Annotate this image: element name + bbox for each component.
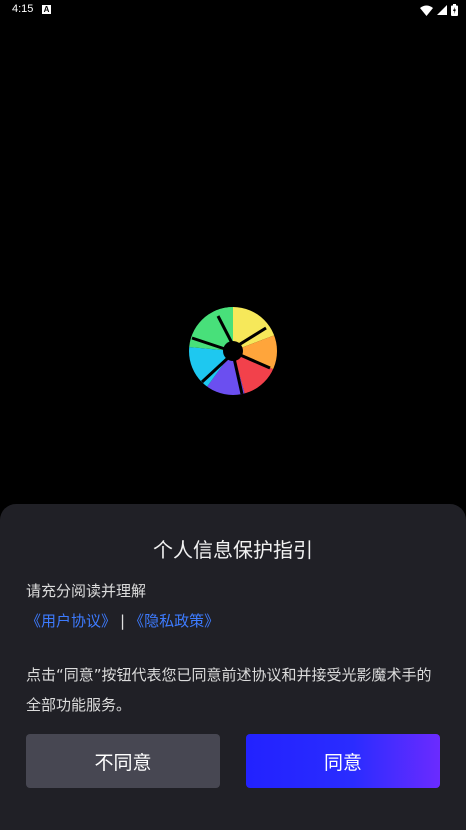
agreement-links: 《用户协议》 | 《隐私政策》 (26, 610, 219, 631)
status-time: 4:15 (12, 3, 34, 15)
signal-icon (437, 5, 447, 15)
disagree-button[interactable]: 不同意 (26, 734, 220, 788)
status-bar: 4:15 A (0, 0, 466, 22)
aperture-logo-icon (189, 307, 277, 395)
privacy-dialog: 个人信息保护指引 请充分阅读并理解 《用户协议》 | 《隐私政策》 点击“同意”按钮… (0, 504, 466, 830)
dialog-title: 个人信息保护指引 (153, 538, 313, 562)
agree-button[interactable]: 同意 (246, 734, 440, 788)
privacy-policy-link[interactable]: 《隐私政策》 (129, 612, 219, 630)
link-separator: | (120, 612, 126, 630)
dialog-intro: 请充分阅读并理解 (26, 582, 147, 600)
wifi-icon (420, 5, 433, 16)
status-icons (420, 3, 458, 17)
notification-icon: A (42, 5, 51, 14)
battery-icon (451, 4, 458, 16)
user-agreement-link[interactable]: 《用户协议》 (26, 612, 116, 630)
dialog-description: 点击“同意”按钮代表您已同意前述协议和并接受光影魔术手的全部功能服务。 (26, 666, 432, 714)
